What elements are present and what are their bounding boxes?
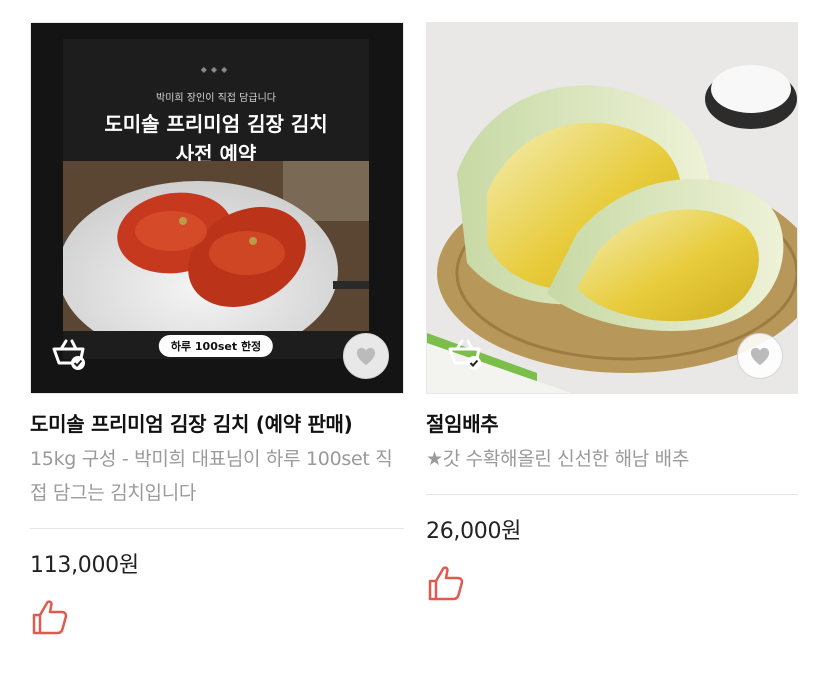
- banner-title: 도미솔 프리미엄 김장 김치 사전 예약: [63, 109, 369, 169]
- promo-banner: ◆◆◆ 박미희 장인이 직접 담급니다 도미솔 프리미엄 김장 김치 사전 예약: [63, 39, 369, 359]
- product-title[interactable]: 도미솔 프리미엄 김장 김치 (예약 판매): [30, 406, 404, 442]
- wishlist-button[interactable]: [343, 333, 389, 379]
- product-subtitle: 15kg 구성 - 박미희 대표님이 하루 100set 직접 담그는 김치입니…: [30, 448, 393, 504]
- wishlist-button[interactable]: [737, 333, 783, 379]
- cart-check-icon[interactable]: [51, 337, 89, 371]
- product-title[interactable]: 절임배추: [426, 406, 798, 442]
- heart-icon: [750, 347, 770, 366]
- product-image[interactable]: ◆◆◆ 박미희 장인이 직접 담급니다 도미솔 프리미엄 김장 김치 사전 예약: [30, 22, 404, 394]
- product-card[interactable]: 절임배추 ★갓 수확해올린 신선한 해남 배추 26,000원: [426, 22, 798, 603]
- like-button[interactable]: [426, 563, 466, 603]
- divider: [426, 494, 798, 495]
- banner-title-line1: 도미솔 프리미엄 김장 김치: [104, 112, 328, 136]
- product-subtitle: ★갓 수확해올린 신선한 해남 배추: [426, 448, 690, 470]
- thumbs-up-icon: [32, 600, 68, 635]
- limit-chip: 하루 100set 한정: [158, 335, 274, 357]
- product-image[interactable]: [426, 22, 798, 394]
- banner-kicker: 박미희 장인이 직접 담급니다: [156, 93, 276, 104]
- product-card[interactable]: ◆◆◆ 박미희 장인이 직접 담급니다 도미솔 프리미엄 김장 김치 사전 예약: [30, 22, 404, 637]
- product-price: 26,000원: [426, 519, 522, 544]
- divider: [30, 528, 404, 529]
- ornament-dots: ◆◆◆: [200, 65, 232, 74]
- heart-icon: [356, 347, 376, 366]
- like-button[interactable]: [30, 597, 70, 637]
- thumbs-up-icon: [428, 566, 464, 601]
- cart-check-icon[interactable]: [447, 337, 485, 371]
- kimchi-photo: [63, 161, 369, 331]
- product-price: 113,000원: [30, 553, 139, 578]
